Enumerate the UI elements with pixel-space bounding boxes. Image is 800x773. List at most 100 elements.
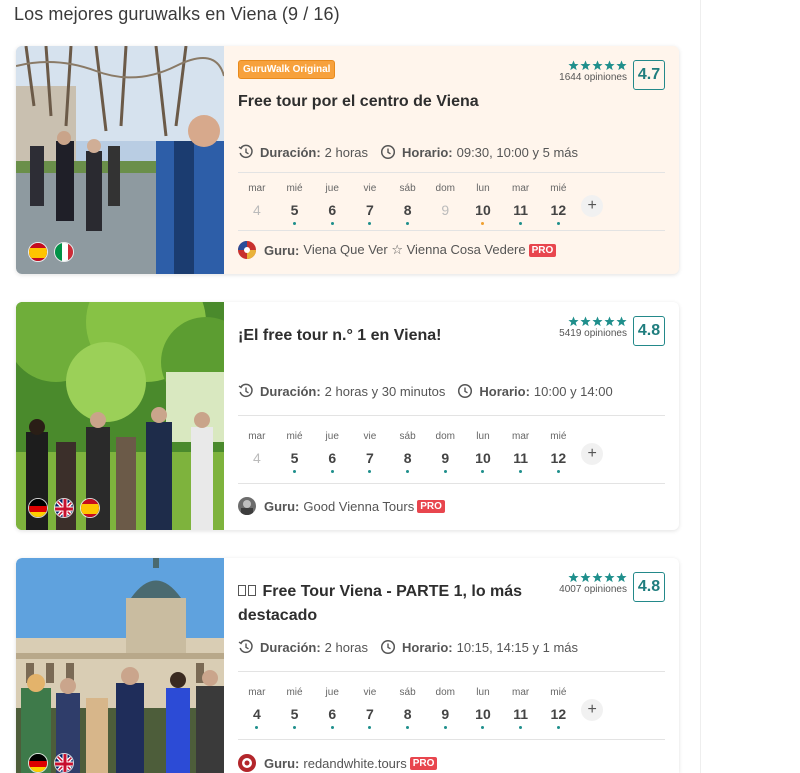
- clock-icon: [458, 383, 473, 399]
- spain-flag-icon: [80, 498, 100, 518]
- history-clock-icon: [238, 383, 253, 398]
- history-clock-icon: [238, 639, 253, 654]
- language-flags: [28, 242, 74, 262]
- clock-icon: [380, 639, 396, 655]
- more-dates-button[interactable]: +: [581, 699, 604, 721]
- duration-value: 2 horas: [324, 144, 369, 160]
- schedule-value: 10:00 y 14:00: [533, 383, 613, 399]
- date-option[interactable]: mar 4: [238, 687, 276, 729]
- date-option[interactable]: vie 7: [351, 687, 389, 729]
- date-option[interactable]: dom 9: [426, 431, 464, 473]
- more-dates-button[interactable]: +: [581, 195, 604, 217]
- star-icon: [592, 316, 603, 327]
- date-option[interactable]: mié 12: [540, 687, 578, 729]
- guru-name[interactable]: redandwhite.tours: [303, 756, 406, 771]
- rating-stars: [568, 60, 627, 71]
- review-count: 1644 opiniones: [559, 72, 627, 83]
- date-option[interactable]: mié 12: [540, 431, 578, 473]
- guru-label: Guru:: [264, 755, 300, 771]
- tour-photo[interactable]: [16, 558, 224, 773]
- pro-badge: PRO: [417, 499, 445, 513]
- guru-name[interactable]: Viena Que Ver ☆ Vienna Cosa Vedere: [303, 242, 525, 258]
- star-icon: [604, 60, 615, 71]
- review-count: 5419 opiniones: [559, 328, 627, 339]
- star-icon: [616, 572, 627, 583]
- divider: [238, 739, 665, 740]
- tour-meta: Duración: 2 horas Horario: 09:30, 10:00 …: [238, 144, 578, 160]
- tour-title-link[interactable]: ¡El free tour n.° 1 en Viena!: [238, 324, 538, 348]
- language-flags: [28, 498, 100, 518]
- rating-block: 1644 opiniones 4.7: [559, 60, 665, 90]
- tour-title-text: Free Tour Viena - PARTE 1, lo más destac…: [238, 583, 523, 624]
- tour-card[interactable]: GuruWalk Original Free tour por el centr…: [16, 46, 679, 274]
- guru-label: Guru:: [264, 242, 300, 258]
- tour-meta: Duración: 2 horas Horario: 10:15, 14:15 …: [238, 639, 578, 655]
- guruwalk-original-badge: GuruWalk Original: [238, 60, 336, 79]
- date-option[interactable]: vie 7: [351, 431, 389, 473]
- date-option[interactable]: dom 9: [426, 687, 464, 729]
- date-option[interactable]: mar 11: [502, 687, 540, 729]
- germany-flag-icon: [28, 753, 48, 773]
- date-option[interactable]: mié 12: [540, 183, 578, 225]
- rating-score: 4.8: [633, 572, 665, 602]
- more-dates-button[interactable]: +: [581, 443, 604, 465]
- date-option[interactable]: jue 6: [313, 687, 351, 729]
- date-picker: mar 4 mié 5 jue 6 vie 7 sáb 8 dom 9 lun 10 mar 1…: [238, 687, 604, 729]
- tour-title-link[interactable]: Free tour por el centro de Viena: [238, 90, 538, 114]
- date-option[interactable]: mié 5: [276, 687, 314, 729]
- divider: [238, 671, 665, 672]
- date-option[interactable]: lun 10: [464, 183, 502, 225]
- germany-flag-icon: [28, 498, 48, 518]
- date-option[interactable]: sáb 8: [389, 431, 427, 473]
- star-icon: [604, 316, 615, 327]
- schedule-label: Horario:: [479, 383, 530, 399]
- date-option[interactable]: vie 7: [351, 183, 389, 225]
- rating-score: 4.8: [633, 316, 665, 346]
- guru-avatar: [238, 241, 256, 259]
- duration-label: Duración:: [260, 639, 321, 655]
- schedule-value: 10:15, 14:15 y 1 más: [456, 639, 579, 655]
- divider: [238, 415, 665, 416]
- guru-avatar: [238, 754, 256, 772]
- tour-title-link[interactable]: Free Tour Viena - PARTE 1, lo más destac…: [238, 580, 538, 628]
- pro-badge: PRO: [409, 756, 438, 770]
- guru-label: Guru:: [264, 498, 300, 514]
- date-option[interactable]: lun 10: [464, 431, 502, 473]
- language-flags: [28, 753, 74, 773]
- date-option[interactable]: mar 11: [502, 431, 540, 473]
- guru-info[interactable]: Guru: Good Vienna Tours PRO: [238, 497, 445, 515]
- tour-photo[interactable]: [16, 302, 224, 530]
- date-option[interactable]: mié 5: [276, 431, 314, 473]
- star-icon: [580, 316, 591, 327]
- tour-photo[interactable]: [16, 46, 224, 274]
- date-option[interactable]: sáb 8: [389, 183, 427, 225]
- star-icon: [592, 60, 603, 71]
- date-option[interactable]: mar 11: [502, 183, 540, 225]
- guru-info[interactable]: Guru: redandwhite.tours PRO: [238, 754, 438, 772]
- star-icon: [580, 572, 591, 583]
- clock-icon: [380, 144, 396, 160]
- rating-block: 4007 opiniones 4.8: [559, 572, 665, 602]
- star-icon: [616, 60, 627, 71]
- date-option[interactable]: lun 10: [464, 687, 502, 729]
- guru-name[interactable]: Good Vienna Tours: [303, 499, 414, 514]
- duration-value: 2 horas y 30 minutos: [324, 383, 446, 399]
- date-option: dom 9: [435, 183, 455, 218]
- date-option[interactable]: jue 6: [313, 183, 351, 225]
- date-option[interactable]: jue 6: [313, 431, 351, 473]
- tour-card[interactable]: ¡El free tour n.° 1 en Viena! 5419 opini…: [16, 302, 679, 530]
- rating-stars: [568, 316, 627, 327]
- star-icon: [604, 572, 615, 583]
- date-option: mar 4: [248, 183, 266, 218]
- guru-info[interactable]: Guru: Viena Que Ver ☆ Vienna Cosa Vedere…: [238, 241, 557, 259]
- tour-meta: Duración: 2 horas y 30 minutos Horario: …: [238, 383, 613, 399]
- date-option: mar 4: [248, 431, 266, 466]
- date-option[interactable]: sáb 8: [389, 687, 427, 729]
- date-option[interactable]: mié 5: [276, 183, 314, 225]
- italy-flag-icon: [54, 242, 74, 262]
- guru-avatar: [238, 497, 256, 515]
- rating-score: 4.7: [633, 60, 665, 90]
- tour-card[interactable]: Free Tour Viena - PARTE 1, lo más destac…: [16, 558, 679, 773]
- uk-flag-icon: [54, 753, 74, 773]
- review-count: 4007 opiniones: [559, 584, 627, 595]
